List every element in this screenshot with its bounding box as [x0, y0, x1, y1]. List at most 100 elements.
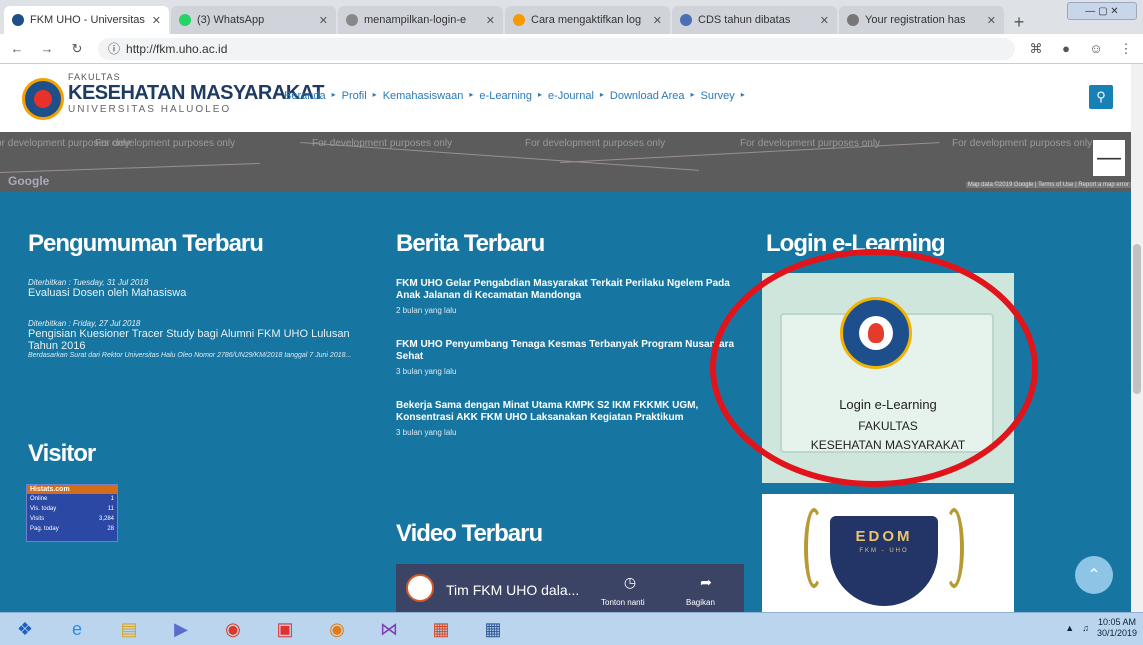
nav-item[interactable]: Beranda: [284, 90, 326, 102]
vs-icon: ⋈: [380, 618, 398, 639]
news-item[interactable]: FKM UHO Penyumbang Tenaga Kesmas Terbany…: [396, 339, 741, 376]
media-taskbar-button[interactable]: ▶: [162, 615, 200, 643]
tab-favicon-icon: [513, 14, 525, 26]
edom-banner[interactable]: EDOM FKM - UHO: [762, 494, 1014, 612]
visitor-label: Pag. today: [30, 526, 59, 532]
map[interactable]: For development purposes only For develo…: [0, 132, 1143, 192]
faculty-logo[interactable]: [22, 78, 64, 120]
new-tab-button[interactable]: +: [1006, 10, 1032, 34]
menu-icon[interactable]: ⋮: [1117, 41, 1135, 57]
browser-tab[interactable]: (3) WhatsApp ✕: [171, 6, 336, 34]
scroll-to-top-button[interactable]: ⌃: [1075, 556, 1113, 594]
clock-time: 10:05 AM: [1097, 617, 1136, 627]
extension-icon[interactable]: ●: [1057, 41, 1075, 56]
tab-title: menampilkan-login-e: [364, 14, 467, 26]
visitor-counter-widget[interactable]: Histats.com Online 1 Vis. today 11 Visits 3…: [26, 484, 118, 542]
announcement-note: Berdasarkan Surat dari Rektor Universita…: [28, 352, 352, 359]
browser-tab[interactable]: menampilkan-login-e ✕: [338, 6, 503, 34]
browser-tab[interactable]: CDS tahun dibatas ✕: [672, 6, 837, 34]
tab-favicon-icon: [346, 14, 358, 26]
tab-title: Your registration has: [865, 14, 966, 26]
tab-close-icon[interactable]: ✕: [152, 14, 161, 27]
tab-close-icon[interactable]: ✕: [987, 14, 996, 27]
browser-tab[interactable]: Your registration has ✕: [839, 6, 1004, 34]
tab-favicon-icon: [179, 14, 191, 26]
chrome-taskbar-button[interactable]: ◉: [214, 615, 252, 643]
main-nav: Beranda ▸ Profil ▸ Kemahasiswaan ▸ e-Learning ▸…: [284, 90, 745, 102]
browser-tab[interactable]: Cara mengaktifkan log ✕: [505, 6, 670, 34]
profile-icon[interactable]: ☺: [1087, 41, 1105, 56]
powerpoint-taskbar-button[interactable]: ▦: [422, 615, 460, 643]
powerpoint-icon: ▦: [432, 618, 450, 639]
nav-item[interactable]: e-Learning: [479, 90, 532, 102]
back-icon[interactable]: ←: [8, 41, 26, 56]
visitor-label: Vis. today: [30, 506, 57, 512]
tab-favicon-icon: [847, 14, 859, 26]
tab-title: Cara mengaktifkan log: [531, 14, 642, 26]
share-icon[interactable]: ➦: [694, 570, 718, 594]
channel-avatar[interactable]: [406, 574, 434, 602]
map-zoom-out-button[interactable]: —: [1093, 140, 1125, 176]
forward-icon[interactable]: →: [38, 41, 56, 56]
announcement-date: Diterbitkan : Friday, 27 Jul 2018: [28, 319, 141, 328]
histats-title: Histats.com: [27, 485, 117, 494]
visitor-value: 11: [107, 506, 114, 512]
news-item[interactable]: FKM UHO Gelar Pengabdian Masyarakat Terk…: [396, 278, 741, 315]
nav-item[interactable]: Download Area: [610, 90, 685, 102]
announcement-title[interactable]: Pengisian Kuesioner Tracer Study bagi Al…: [28, 328, 368, 352]
tab-close-icon[interactable]: ✕: [319, 14, 328, 27]
taskbar: ❖ e ▤ ▶ ◉ ▣ ◉ ⋈ ▦ ▦ ▲ ♫ 10:05 AM 30/1/20…: [0, 612, 1143, 645]
nav-separator-icon: ▸: [690, 90, 695, 99]
reload-icon[interactable]: ↻: [68, 41, 86, 57]
nav-item[interactable]: Kemahasiswaan: [383, 90, 464, 102]
nav-item[interactable]: Survey: [701, 90, 735, 102]
ie-taskbar-button[interactable]: e: [58, 615, 96, 643]
clock-icon[interactable]: ◷: [618, 570, 642, 594]
nav-item[interactable]: e-Journal: [548, 90, 594, 102]
news-item[interactable]: Bekerja Sama dengan Minat Utama KMPK S2 …: [396, 400, 741, 437]
brand-small: FAKULTAS: [68, 72, 121, 82]
word-taskbar-button[interactable]: ▦: [474, 615, 512, 643]
info-icon[interactable]: ⓘ: [108, 40, 120, 57]
news-title[interactable]: Bekerja Sama dengan Minat Utama KMPK S2 …: [396, 400, 741, 424]
scrollbar-thumb[interactable]: [1133, 244, 1141, 394]
app-taskbar-button[interactable]: ▣: [266, 615, 304, 643]
firefox-taskbar-button[interactable]: ◉: [318, 615, 356, 643]
map-watermark: For development purposes only: [525, 138, 666, 149]
clock[interactable]: 10:05 AM 30/1/2019: [1097, 617, 1137, 639]
browser-tab[interactable]: FKM UHO - Universitas ✕: [4, 6, 169, 34]
tab-favicon-icon: [12, 14, 24, 26]
window-controls[interactable]: — ▢ ✕: [1067, 2, 1137, 20]
announcement-item[interactable]: Diterbitkan : Tuesday, 31 Jul 2018 Evalu…: [28, 278, 368, 299]
tab-title: CDS tahun dibatas: [698, 14, 791, 26]
news-title[interactable]: FKM UHO Gelar Pengabdian Masyarakat Terk…: [396, 278, 741, 302]
network-icon[interactable]: ▲: [1065, 623, 1074, 633]
word-icon: ▦: [484, 618, 502, 639]
nav-item[interactable]: Profil: [342, 90, 367, 102]
page-scrollbar[interactable]: [1131, 64, 1143, 612]
share-label: Bagikan: [686, 598, 715, 607]
search-button[interactable]: ⚲: [1089, 85, 1113, 109]
nav-separator-icon: ▸: [331, 90, 336, 99]
tab-close-icon[interactable]: ✕: [486, 14, 495, 27]
explorer-taskbar-button[interactable]: ▤: [110, 615, 148, 643]
translate-icon[interactable]: ⌘: [1027, 41, 1045, 57]
start-button[interactable]: ❖: [6, 615, 44, 643]
app-icon: ▣: [276, 618, 294, 639]
video-player[interactable]: Tim FKM UHO dala... ◷ ➦ Tonton nanti Bag…: [396, 564, 744, 612]
vs-taskbar-button[interactable]: ⋈: [370, 615, 408, 643]
folder-icon: ▤: [120, 618, 138, 639]
announcement-item[interactable]: Diterbitkan : Friday, 27 Jul 2018 Pengis…: [28, 319, 368, 359]
announcement-title[interactable]: Evaluasi Dosen oleh Mahasiswa: [28, 287, 368, 299]
map-attribution[interactable]: Map data ©2019 Google | Terms of Use | R…: [965, 182, 1131, 188]
firefox-icon: ◉: [329, 618, 345, 639]
volume-icon[interactable]: ♫: [1082, 623, 1089, 633]
video-title[interactable]: Tim FKM UHO dala...: [446, 582, 579, 598]
map-watermark: For development purposes only: [952, 138, 1093, 149]
news-title[interactable]: FKM UHO Penyumbang Tenaga Kesmas Terbany…: [396, 339, 741, 363]
tab-close-icon[interactable]: ✕: [820, 14, 829, 27]
tab-close-icon[interactable]: ✕: [653, 14, 662, 27]
url-field[interactable]: ⓘ http://fkm.uho.ac.id: [98, 37, 1015, 60]
url-text: http://fkm.uho.ac.id: [126, 41, 228, 56]
chrome-icon: ◉: [225, 618, 241, 639]
